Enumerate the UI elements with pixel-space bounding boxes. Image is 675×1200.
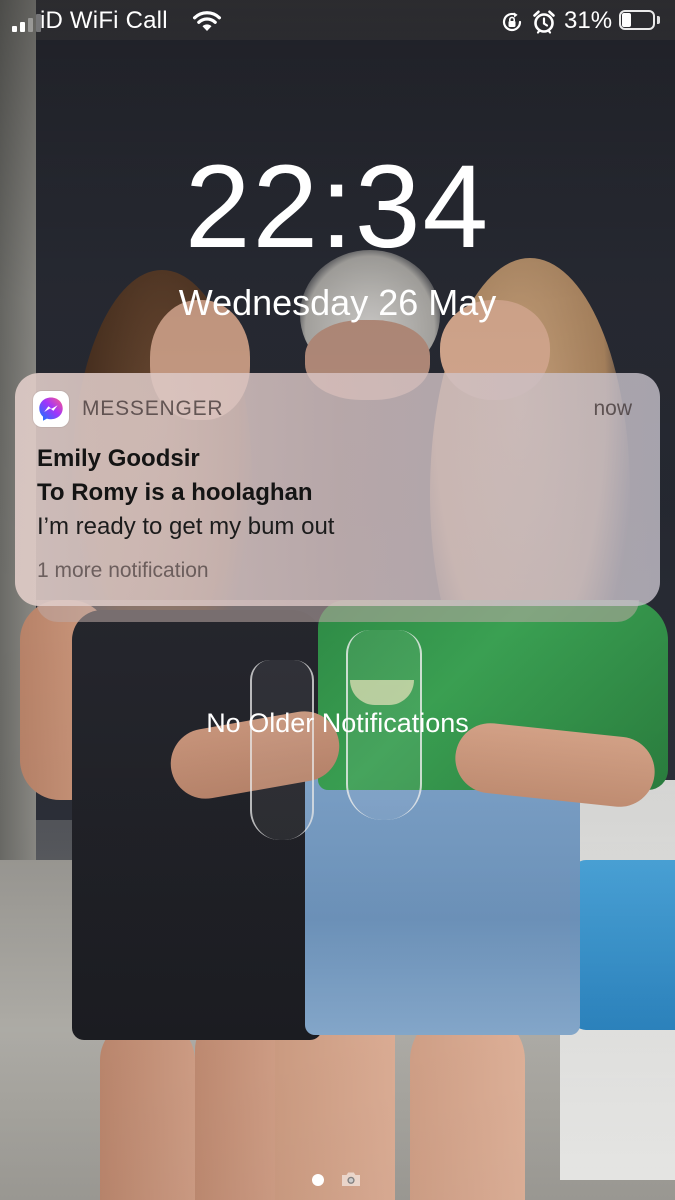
no-older-notifications-label: No Older Notifications (206, 708, 469, 738)
signal-icon (12, 12, 41, 32)
rotation-lock-icon (502, 12, 522, 32)
alarm-icon (533, 10, 555, 34)
messenger-icon (33, 391, 69, 427)
notification-message: I’m ready to get my bum out (37, 513, 335, 540)
notification-timestamp: now (593, 397, 632, 420)
lock-screen-date: Wednesday 26 May (178, 282, 497, 323)
notification-conversation-title: To Romy is a hoolaghan (37, 479, 313, 506)
lock-screen: iD WiFi Call 31% 22:34 Wednesday 26 May (0, 0, 675, 1200)
page-dot-icon (312, 1174, 324, 1186)
battery-icon (619, 10, 663, 32)
notification-app-name: MESSENGER (82, 397, 224, 420)
messenger-notification[interactable]: MESSENGER now Emily Goodsir To Romy is a… (15, 373, 660, 606)
lock-screen-time: 22:34 (184, 141, 491, 273)
camera-icon[interactable] (340, 1170, 362, 1188)
notification-sender: Emily Goodsir (37, 445, 200, 472)
more-notifications-label[interactable]: 1 more notification (37, 559, 209, 583)
status-bar: iD WiFi Call 31% (0, 0, 675, 44)
wifi-icon (193, 11, 221, 31)
page-indicator (0, 1170, 675, 1192)
carrier-label: iD WiFi Call (40, 7, 168, 34)
battery-level-fill (622, 13, 631, 27)
battery-percentage: 31% (564, 7, 613, 34)
